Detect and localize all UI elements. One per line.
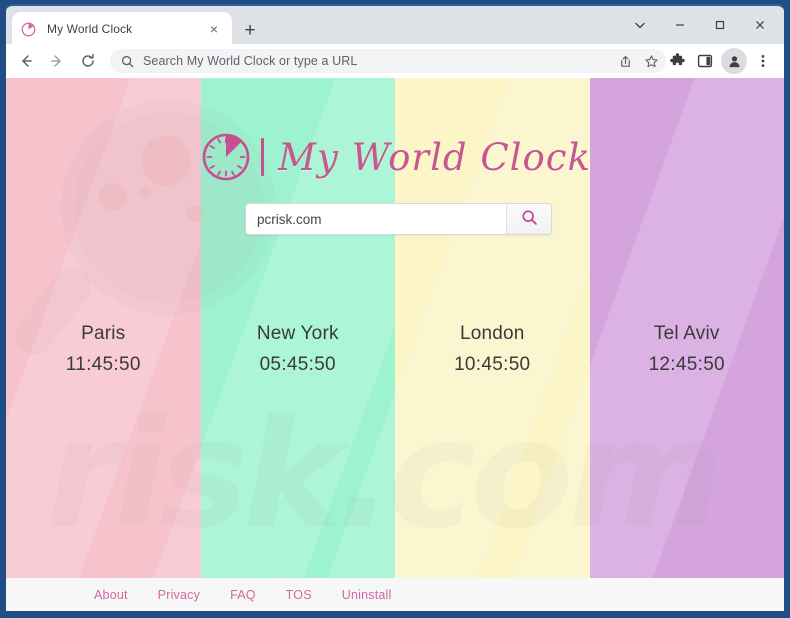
- logo-divider: [261, 138, 265, 176]
- maximize-button[interactable]: [700, 8, 740, 42]
- city-time: 10:45:50: [454, 354, 531, 375]
- site-logo: My World Clock: [6, 130, 784, 184]
- footer-link-faq[interactable]: FAQ: [230, 588, 256, 602]
- close-window-button[interactable]: [740, 8, 780, 42]
- browser-toolbar: Search My World Clock or type a URL: [6, 44, 784, 78]
- bookmark-star-icon[interactable]: [638, 48, 664, 74]
- profile-avatar-icon[interactable]: [721, 48, 747, 74]
- search-input[interactable]: [246, 204, 506, 234]
- minimize-button[interactable]: [660, 8, 700, 42]
- browser-tab[interactable]: My World Clock ×: [12, 12, 232, 46]
- window-controls: [620, 8, 780, 42]
- reload-icon[interactable]: [75, 48, 101, 74]
- page-viewport: Paris 11:45:50 New York 05:45:50 London …: [6, 78, 784, 611]
- footer-link-tos[interactable]: TOS: [286, 588, 312, 602]
- search-icon: [120, 54, 134, 68]
- chevron-down-icon[interactable]: [620, 8, 660, 42]
- footer-link-privacy[interactable]: Privacy: [158, 588, 200, 602]
- city-name: London: [459, 323, 525, 344]
- back-icon[interactable]: [13, 48, 39, 74]
- city-block: Tel Aviv 12:45:50: [590, 323, 785, 376]
- forward-icon[interactable]: [44, 48, 70, 74]
- side-panel-icon[interactable]: [691, 47, 719, 75]
- city-time: 05:45:50: [259, 354, 336, 375]
- city-name: Tel Aviv: [653, 323, 720, 344]
- omnibox-action-group: [610, 49, 666, 73]
- footer-link-uninstall[interactable]: Uninstall: [342, 588, 392, 602]
- site-search-box: [245, 203, 552, 235]
- new-tab-button[interactable]: +: [238, 18, 262, 42]
- three-dot-menu-icon[interactable]: [749, 47, 777, 75]
- page-footer: About Privacy FAQ TOS Uninstall: [6, 578, 784, 611]
- clock-icon: [199, 130, 253, 184]
- clock-icon: [20, 21, 37, 38]
- city-time: 11:45:50: [65, 354, 141, 375]
- share-icon[interactable]: [612, 48, 638, 74]
- close-icon[interactable]: ×: [204, 19, 224, 39]
- city-block: New York 05:45:50: [201, 323, 396, 376]
- search-icon: [521, 209, 538, 229]
- address-bar-placeholder: Search My World Clock or type a URL: [143, 54, 358, 68]
- city-block: London 10:45:50: [395, 323, 590, 376]
- city-name: New York: [256, 323, 339, 344]
- browser-window: My World Clock × + Search My World Clock…: [0, 0, 790, 618]
- tab-title: My World Clock: [47, 22, 133, 36]
- footer-link-about[interactable]: About: [94, 588, 128, 602]
- address-bar[interactable]: Search My World Clock or type a URL: [110, 49, 657, 73]
- city-name: Paris: [81, 323, 126, 344]
- city-time: 12:45:50: [648, 354, 725, 375]
- logo-text: My World Clock: [278, 135, 591, 179]
- city-block: Paris 11:45:50: [6, 323, 201, 376]
- tab-strip: My World Clock × +: [6, 4, 784, 46]
- search-button[interactable]: [506, 204, 551, 234]
- extensions-puzzle-icon[interactable]: [663, 47, 691, 75]
